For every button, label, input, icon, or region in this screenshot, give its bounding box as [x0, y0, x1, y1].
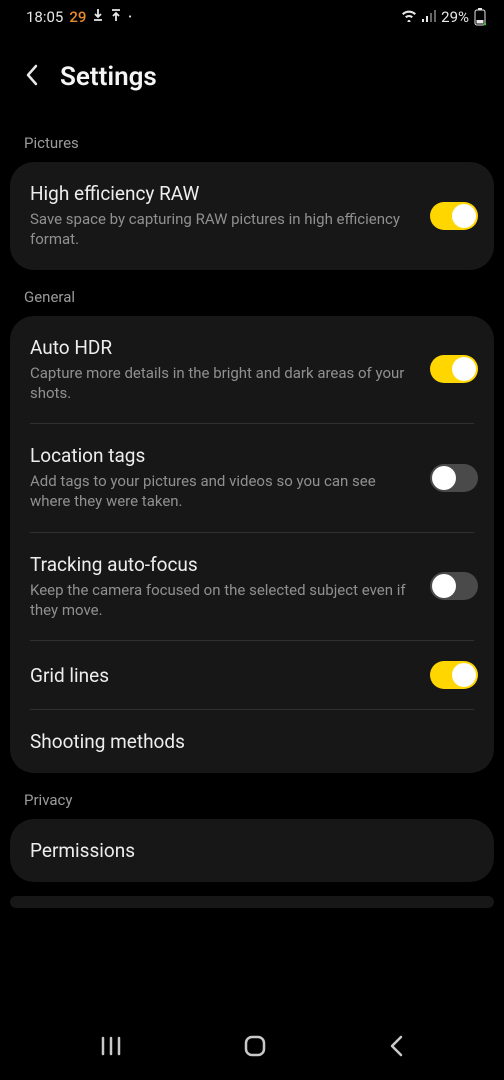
toggle-grid-lines[interactable] — [430, 661, 478, 689]
toggle-tracking-autofocus[interactable] — [430, 572, 478, 600]
toggle-auto-hdr[interactable] — [430, 355, 478, 383]
row-desc: Add tags to your pictures and videos so … — [30, 471, 418, 512]
notification-count: 29 — [69, 8, 86, 26]
section-label-privacy: Privacy — [0, 773, 504, 819]
navigation-bar — [0, 1026, 504, 1080]
row-desc: Capture more details in the bright and d… — [30, 363, 418, 404]
battery-percent: 29% — [441, 8, 469, 26]
wifi-icon — [401, 8, 417, 26]
row-desc: Save space by capturing RAW pictures in … — [30, 209, 418, 250]
row-title: Grid lines — [30, 664, 418, 687]
recents-button[interactable] — [100, 1036, 122, 1060]
card-privacy: Permissions — [10, 819, 494, 882]
home-button[interactable] — [243, 1034, 267, 1062]
row-grid-lines[interactable]: Grid lines — [10, 641, 494, 709]
row-permissions[interactable]: Permissions — [10, 819, 494, 882]
dot-icon: • — [128, 12, 131, 23]
row-title: Auto HDR — [30, 336, 418, 359]
row-title: Tracking auto-focus — [30, 553, 418, 576]
row-title: Shooting methods — [30, 730, 466, 753]
status-time: 18:05 — [26, 8, 63, 26]
row-title: Permissions — [30, 839, 466, 862]
toggle-high-efficiency-raw[interactable] — [430, 202, 478, 230]
row-title: Location tags — [30, 444, 418, 467]
status-bar: 18:05 29 • 29% — [0, 0, 504, 32]
battery-icon — [474, 8, 486, 26]
row-location-tags[interactable]: Location tags Add tags to your pictures … — [10, 424, 494, 532]
row-auto-hdr[interactable]: Auto HDR Capture more details in the bri… — [10, 316, 494, 424]
card-partial — [10, 896, 494, 908]
row-shooting-methods[interactable]: Shooting methods — [10, 710, 494, 773]
upload-icon — [110, 8, 122, 26]
toggle-location-tags[interactable] — [430, 464, 478, 492]
header: Settings — [0, 32, 504, 116]
section-label-pictures: Pictures — [0, 116, 504, 162]
status-left: 18:05 29 • — [26, 8, 132, 26]
signal-icon — [422, 8, 436, 26]
row-tracking-autofocus[interactable]: Tracking auto-focus Keep the camera focu… — [10, 533, 494, 641]
back-nav-button[interactable] — [388, 1035, 404, 1061]
page-title: Settings — [60, 62, 157, 92]
card-general: Auto HDR Capture more details in the bri… — [10, 316, 494, 774]
back-button[interactable] — [24, 63, 60, 91]
section-label-general: General — [0, 270, 504, 316]
row-desc: Keep the camera focused on the selected … — [30, 580, 418, 621]
download-icon — [92, 8, 104, 26]
row-title: High efficiency RAW — [30, 182, 418, 205]
row-high-efficiency-raw[interactable]: High efficiency RAW Save space by captur… — [10, 162, 494, 270]
status-right: 29% — [401, 8, 486, 26]
card-pictures: High efficiency RAW Save space by captur… — [10, 162, 494, 270]
